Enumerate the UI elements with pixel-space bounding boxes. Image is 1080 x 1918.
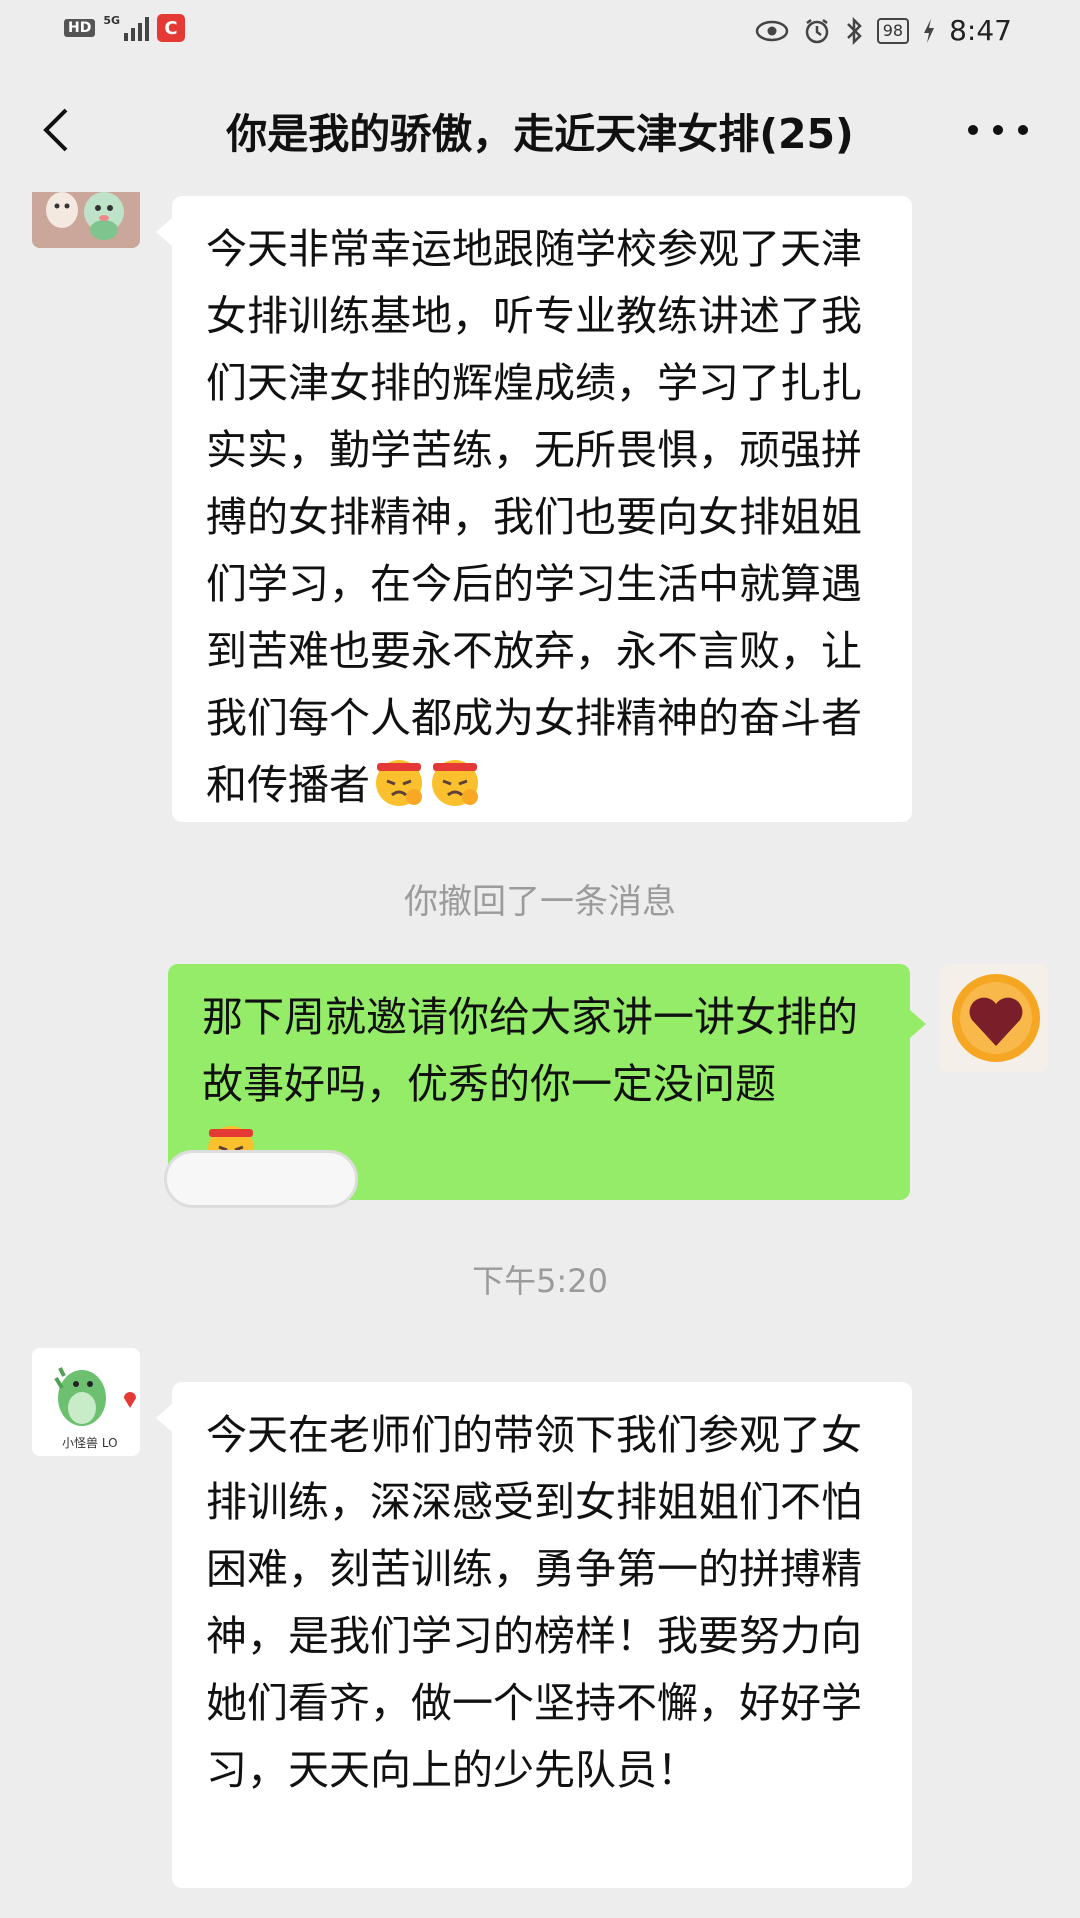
nav-bar: 你是我的骄傲，走近天津女排(25) [0,70,1080,190]
more-dots-icon [968,125,978,135]
toy-avatar-image [32,192,140,248]
sender-avatar[interactable] [32,192,140,248]
hd-badge: HD [64,19,96,37]
message-text: 今天非常幸运地跟随学校参观了天津女排训练基地，听专业教练讲述了我们天津女排的辉煌… [206,225,862,809]
recall-notice: 你撤回了一条消息 [404,882,676,922]
chat-screen: HD 5G C 98 8:47 你是我的骄傲，走近天津女排(25) 今天非常幸运… [0,0,1080,1918]
status-right: 98 8:47 [755,14,1012,47]
fighting-emoji-icon [372,755,426,809]
bubble-tail [156,218,172,246]
message-bubble-3[interactable]: 今天在老师们的带领下我们参观了女排训练，深深感受到女排姐姐们不怕困难，刻苦训练，… [172,1382,912,1888]
bubble-tail [910,1010,926,1038]
charging-icon [924,18,935,43]
network-label: 5G [103,13,121,27]
battery-indicator: 98 [876,17,910,44]
message-text: 今天在老师们的带领下我们参观了女排训练，深深感受到女排姐姐们不怕困难，刻苦训练，… [206,1411,862,1794]
heart-cookie-avatar-image [940,964,1048,1072]
status-left: HD 5G C [64,13,186,42]
self-avatar[interactable] [940,964,1048,1072]
status-time: 8:47 [949,14,1012,47]
more-options-button[interactable] [968,120,1028,140]
bubble-tail [156,1404,172,1432]
message-text: 那下周就邀请你给大家讲一讲女排的故事好吗，优秀的你一定没问题 [202,993,858,1108]
message-timestamp: 下午5:20 [472,1262,608,1300]
chat-title: 你是我的骄傲，走近天津女排(25) [226,110,854,158]
sender-name-redacted [164,1150,358,1208]
avatar-caption: 小怪兽 LO [62,1436,118,1450]
app-notification-icon: C [157,14,186,42]
chat-area[interactable]: 今天非常幸运地跟随学校参观了天津女排训练基地，听专业教练讲述了我们天津女排的辉煌… [0,192,1080,1918]
signal-icon [124,15,150,41]
status-bar: HD 5G C 98 8:47 [0,0,1080,68]
fighting-emoji-icon [428,755,482,809]
eye-icon [755,20,788,41]
sender-avatar[interactable]: 小怪兽 LO [32,1348,140,1456]
alarm-icon [805,18,828,43]
message-bubble-1[interactable]: 今天非常幸运地跟随学校参观了天津女排训练基地，听专业教练讲述了我们天津女排的辉煌… [172,196,912,822]
bluetooth-icon [846,16,862,45]
